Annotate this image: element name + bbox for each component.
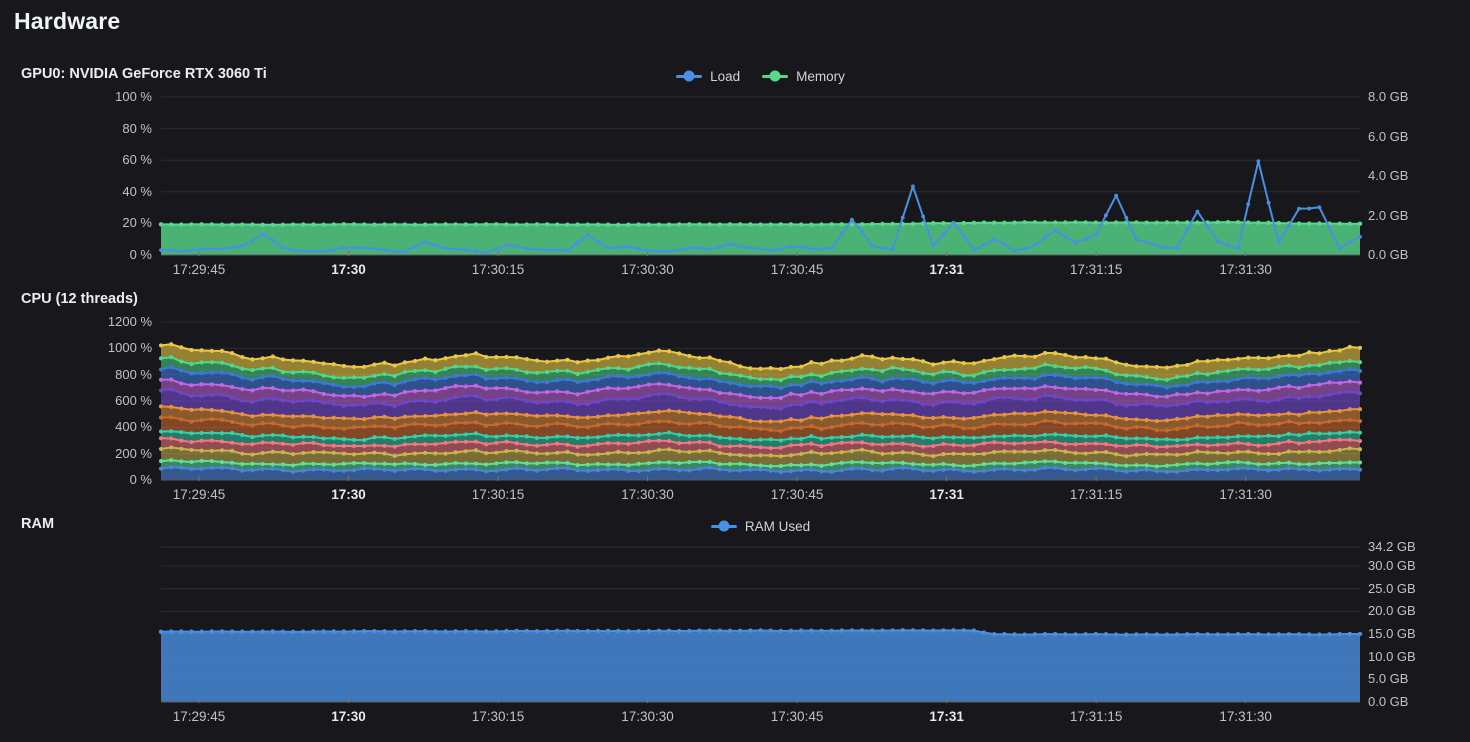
ram-used-legend-marker-icon <box>711 525 737 528</box>
load-legend-dot-icon <box>684 71 695 82</box>
x-axis-tick-label: 17:29:45 <box>151 487 247 502</box>
y-axis-tick-label: 10.0 GB <box>1368 649 1470 664</box>
x-axis-tick-label: 17:30:30 <box>600 487 696 502</box>
gpu-legend: Load Memory <box>161 67 1360 85</box>
y-axis-tick-label: 5.0 GB <box>1368 671 1470 686</box>
x-axis-tick-label: 17:31:30 <box>1198 262 1294 277</box>
x-axis-tick-label: 17:30:45 <box>749 487 845 502</box>
ram-usage-chart[interactable] <box>161 547 1360 702</box>
y-axis-tick-label: 100 % <box>22 89 152 104</box>
load-legend-marker-icon <box>676 75 702 78</box>
y-axis-tick-label: 1000 % <box>22 340 152 355</box>
y-axis-tick-label: 8.0 GB <box>1368 89 1470 104</box>
x-axis-tick-label: 17:29:45 <box>151 262 247 277</box>
page-title: Hardware <box>14 8 120 35</box>
y-axis-tick-label: 30.0 GB <box>1368 558 1470 573</box>
memory-legend-dot-icon <box>770 71 781 82</box>
ram-used-legend-dot-icon <box>718 521 729 532</box>
y-axis-tick-label: 400 % <box>22 419 152 434</box>
memory-legend-marker-icon <box>762 75 788 78</box>
gpu-usage-chart[interactable] <box>161 97 1360 255</box>
hardware-dashboard: Hardware GPU0: NVIDIA GeForce RTX 3060 T… <box>0 0 1470 742</box>
x-axis-tick-label: 17:31:15 <box>1048 487 1144 502</box>
y-axis-tick-label: 200 % <box>22 446 152 461</box>
x-axis-tick-label: 17:30:30 <box>600 709 696 724</box>
y-axis-tick-label: 2.0 GB <box>1368 208 1470 223</box>
y-axis-tick-label: 20 % <box>22 215 152 230</box>
y-axis-tick-label: 15.0 GB <box>1368 626 1470 641</box>
legend-label-memory: Memory <box>796 69 845 84</box>
y-axis-tick-label: 34.2 GB <box>1368 539 1470 554</box>
x-axis-tick-label: 17:30:45 <box>749 709 845 724</box>
ram-legend: RAM Used <box>161 517 1360 535</box>
y-axis-tick-label: 800 % <box>22 367 152 382</box>
x-axis-tick-label: 17:30 <box>301 487 397 502</box>
x-axis-tick-label: 17:29:45 <box>151 709 247 724</box>
legend-item-memory[interactable]: Memory <box>762 69 845 84</box>
y-axis-tick-label: 600 % <box>22 393 152 408</box>
x-axis-tick-label: 17:30:45 <box>749 262 845 277</box>
y-axis-tick-label: 0 % <box>22 472 152 487</box>
y-axis-tick-label: 80 % <box>22 121 152 136</box>
y-axis-tick-label: 1200 % <box>22 314 152 329</box>
x-axis-tick-label: 17:31 <box>899 709 995 724</box>
y-axis-tick-label: 6.0 GB <box>1368 129 1470 144</box>
x-axis-tick-label: 17:31:30 <box>1198 709 1294 724</box>
cpu-chart-title: CPU (12 threads) <box>21 291 138 307</box>
x-axis-tick-label: 17:30:15 <box>450 262 546 277</box>
y-axis-tick-label: 40 % <box>22 184 152 199</box>
x-axis-tick-label: 17:30 <box>301 709 397 724</box>
x-axis-tick-label: 17:31:30 <box>1198 487 1294 502</box>
legend-label-load: Load <box>710 69 740 84</box>
x-axis-tick-label: 17:30:15 <box>450 487 546 502</box>
y-axis-tick-label: 0.0 GB <box>1368 247 1470 262</box>
legend-item-load[interactable]: Load <box>676 69 740 84</box>
y-axis-tick-label: 20.0 GB <box>1368 603 1470 618</box>
x-axis-tick-label: 17:31 <box>899 487 995 502</box>
y-axis-tick-label: 25.0 GB <box>1368 581 1470 596</box>
y-axis-tick-label: 60 % <box>22 152 152 167</box>
x-axis-tick-label: 17:31 <box>899 262 995 277</box>
y-axis-tick-label: 0 % <box>22 247 152 262</box>
x-axis-tick-label: 17:31:15 <box>1048 709 1144 724</box>
ram-chart-title: RAM <box>21 516 54 532</box>
legend-label-ram-used: RAM Used <box>745 519 810 534</box>
y-axis-tick-label: 4.0 GB <box>1368 168 1470 183</box>
x-axis-tick-label: 17:31:15 <box>1048 262 1144 277</box>
y-axis-tick-label: 0.0 GB <box>1368 694 1470 709</box>
x-axis-tick-label: 17:30:15 <box>450 709 546 724</box>
x-axis-tick-label: 17:30 <box>301 262 397 277</box>
legend-item-ram-used[interactable]: RAM Used <box>711 519 810 534</box>
cpu-threads-chart[interactable] <box>161 322 1360 480</box>
x-axis-tick-label: 17:30:30 <box>600 262 696 277</box>
